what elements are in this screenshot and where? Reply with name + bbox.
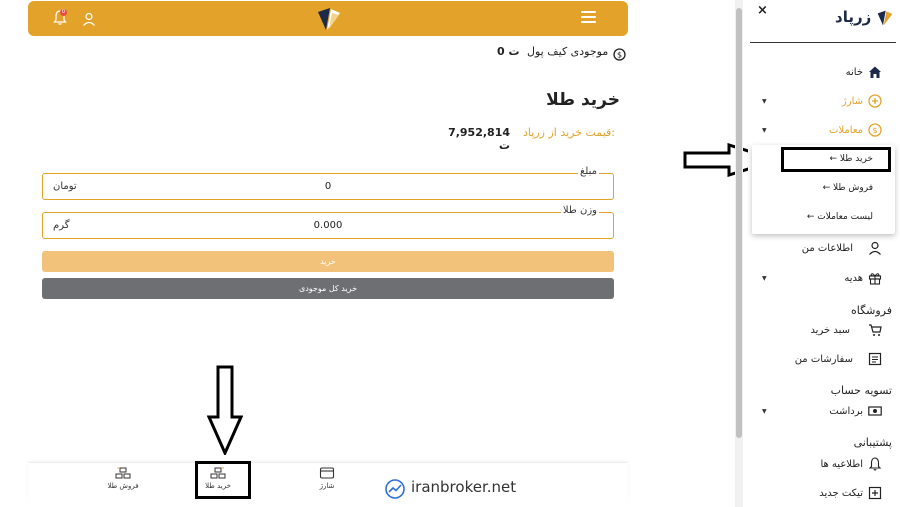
ticket-plus-icon bbox=[868, 486, 882, 500]
chevron-down-icon[interactable]: ▼ bbox=[762, 408, 767, 415]
bottom-nav-sell[interactable]: فروش طلا bbox=[93, 466, 153, 490]
gift-icon bbox=[868, 273, 882, 285]
home-icon bbox=[869, 66, 881, 78]
sidebar-brand-text: زرپاد bbox=[835, 8, 872, 26]
submenu-list-label: لیست معاملات bbox=[817, 212, 873, 222]
gold-bars-icon bbox=[115, 467, 131, 479]
dollar-circle-icon: $ bbox=[868, 123, 882, 137]
sidebar-item-gift[interactable]: هدیه bbox=[844, 273, 863, 284]
submenu-sell-label: فروش طلا bbox=[833, 183, 873, 193]
bottom-nav-charge[interactable]: شارژ bbox=[297, 466, 357, 490]
user-icon[interactable] bbox=[82, 11, 96, 26]
sidebar-item-orders[interactable]: سفارشات من bbox=[795, 354, 853, 365]
cash-icon bbox=[868, 406, 882, 416]
chevron-down-icon[interactable]: ▼ bbox=[762, 98, 767, 105]
amount-label: مبلغ bbox=[577, 166, 599, 177]
bottom-nav-charge-label: شارژ bbox=[319, 482, 335, 490]
trend-icon bbox=[385, 479, 405, 499]
weight-field[interactable]: وزن طلا گرم 0.000 bbox=[42, 205, 614, 239]
chevron-down-icon[interactable]: ▼ bbox=[762, 275, 767, 282]
brand-logo-icon bbox=[877, 10, 893, 26]
sidebar-item-charge[interactable]: شارژ bbox=[842, 96, 863, 107]
page-title: خرید طلا bbox=[546, 90, 620, 110]
submenu-item-sell-gold[interactable]: ← فروش طلا bbox=[823, 183, 873, 193]
weight-value[interactable]: 0.000 bbox=[43, 220, 613, 231]
watermark-text: iranbroker.net bbox=[411, 478, 517, 496]
sidebar-section-settlement: تسویه حساب bbox=[830, 384, 892, 397]
buy-all-button[interactable]: خرید کل موجودی bbox=[42, 278, 614, 299]
sidebar-item-my-info[interactable]: اطلاعات من bbox=[802, 243, 853, 254]
annotation-down-arrow bbox=[207, 365, 243, 455]
submenu-item-transaction-list[interactable]: ← لیست معاملات bbox=[807, 212, 873, 222]
plus-circle-icon bbox=[868, 94, 882, 108]
orders-list-icon bbox=[868, 352, 882, 366]
wallet-card-icon bbox=[319, 467, 335, 479]
annotation-highlight-submenu bbox=[781, 147, 891, 172]
sidebar-divider bbox=[750, 42, 896, 43]
sidebar-item-cart[interactable]: سبد خرید bbox=[810, 325, 850, 336]
scrollbar-thumb[interactable] bbox=[736, 8, 742, 438]
brand-logo[interactable] bbox=[314, 4, 344, 34]
sidebar-brand[interactable]: زرپاد bbox=[825, 6, 895, 30]
menu-icon[interactable] bbox=[581, 11, 596, 24]
wallet-label: موجودی کیف پول bbox=[527, 45, 609, 58]
watermark: iranbroker.net bbox=[376, 472, 542, 505]
sidebar-item-home[interactable]: خانه bbox=[846, 67, 863, 78]
sidebar-item-announcements[interactable]: اطلاعیه ها bbox=[820, 459, 863, 470]
price-label: قیمت خرید از زرپاد: bbox=[523, 126, 615, 139]
annotation-highlight-buy bbox=[195, 461, 251, 499]
wallet-amount: 0 ت bbox=[497, 45, 520, 58]
cart-icon bbox=[869, 324, 882, 336]
user-icon bbox=[869, 241, 881, 255]
price-value: 7,952,814 ت bbox=[448, 126, 510, 152]
sidebar-item-transactions[interactable]: معاملات bbox=[829, 125, 863, 136]
svg-text:$: $ bbox=[617, 51, 622, 60]
weight-label: وزن طلا bbox=[560, 205, 599, 216]
sidebar-section-support: پشتیبانی bbox=[853, 436, 892, 449]
top-header: 0 bbox=[28, 1, 628, 36]
dollar-circle-icon: $ bbox=[613, 46, 626, 61]
svg-text:$: $ bbox=[872, 126, 877, 135]
bell-icon bbox=[868, 457, 882, 471]
amount-value[interactable]: 0 bbox=[43, 181, 613, 192]
buy-button[interactable]: خرید bbox=[42, 251, 614, 272]
sidebar-item-new-ticket[interactable]: تیکت جدید bbox=[819, 488, 863, 499]
notification-badge: 0 bbox=[60, 9, 67, 16]
sidebar-item-withdraw[interactable]: برداشت bbox=[829, 406, 863, 417]
sidebar-section-shop: فروشگاه bbox=[850, 304, 892, 317]
close-icon[interactable]: × bbox=[757, 3, 768, 18]
bottom-nav-sell-label: فروش طلا bbox=[107, 482, 139, 490]
chevron-down-icon[interactable]: ▼ bbox=[762, 127, 767, 134]
amount-field[interactable]: مبلغ تومان 0 bbox=[42, 166, 614, 200]
